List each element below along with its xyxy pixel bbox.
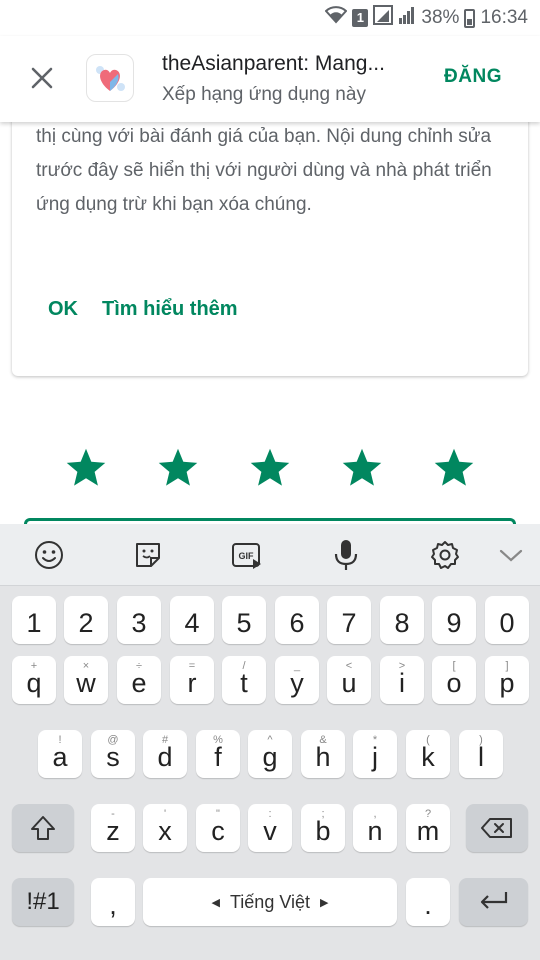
- heart-app-icon: [96, 66, 125, 91]
- star-icon-1[interactable]: [64, 446, 108, 490]
- enter-icon: [480, 892, 507, 909]
- key-2[interactable]: 2: [64, 596, 108, 644]
- ok-button[interactable]: OK: [48, 298, 78, 321]
- key-t[interactable]: / t: [222, 656, 266, 704]
- key-4[interactable]: 4: [170, 596, 214, 644]
- close-button[interactable]: [22, 58, 62, 98]
- sim-slot-badge: 1: [352, 9, 369, 27]
- key-p[interactable]: ] p: [485, 656, 529, 704]
- shift-icon: [31, 816, 55, 840]
- battery-percent: 38%: [421, 7, 460, 28]
- key-1[interactable]: 1: [12, 596, 56, 644]
- key-e[interactable]: ÷ e: [117, 656, 161, 704]
- close-icon: [31, 67, 53, 89]
- key-0[interactable]: 0: [485, 596, 529, 644]
- key-j[interactable]: * j: [353, 730, 397, 778]
- key-h[interactable]: & h: [301, 730, 345, 778]
- key-3[interactable]: 3: [117, 596, 161, 644]
- wifi-icon: [325, 6, 348, 30]
- key-9[interactable]: 9: [432, 596, 476, 644]
- settings-icon[interactable]: [426, 536, 464, 574]
- arrow-right-icon: ▶: [320, 896, 329, 909]
- signal-icon-1: [373, 5, 394, 31]
- card-body-text: thị cùng với bài đánh giá của bạn. Nội d…: [36, 126, 492, 215]
- arrow-left-icon: ◀: [211, 896, 220, 909]
- battery-icon: [464, 8, 476, 28]
- key-q[interactable]: + q: [12, 656, 56, 704]
- rating-stars: [64, 446, 476, 490]
- key-n[interactable]: ,n: [353, 804, 397, 852]
- chevron-down-icon[interactable]: [492, 536, 530, 574]
- key-w[interactable]: × w: [64, 656, 108, 704]
- enter-key[interactable]: [459, 878, 528, 926]
- key-o[interactable]: [o: [432, 656, 476, 704]
- status-bar: 1 38% 16:34: [0, 0, 540, 36]
- app-icon: [86, 54, 134, 102]
- star-icon-5[interactable]: [432, 446, 476, 490]
- microphone-icon[interactable]: [327, 536, 365, 574]
- key-v[interactable]: :v: [248, 804, 292, 852]
- star-icon-3[interactable]: [248, 446, 292, 490]
- status-icons: 1 38% 16:34: [325, 5, 528, 31]
- key-i[interactable]: > i: [380, 656, 424, 704]
- post-button[interactable]: ĐĂNG: [444, 66, 502, 88]
- key-m[interactable]: ? m: [406, 804, 450, 852]
- learn-more-link[interactable]: Tìm hiểu thêm: [102, 298, 238, 321]
- svg-text:GIF: GIF: [239, 551, 255, 561]
- space-key[interactable]: ◀ Tiếng Việt ▶: [143, 878, 397, 926]
- key-u[interactable]: < u: [327, 656, 371, 704]
- app-subtitle: Xếp hạng ứng dụng này: [162, 84, 366, 105]
- key-7[interactable]: 7: [327, 596, 371, 644]
- card-actions: OK Tìm hiểu thêm: [48, 298, 238, 321]
- key-z[interactable]: -z: [91, 804, 135, 852]
- symbols-key[interactable]: !#1: [12, 878, 74, 926]
- key-6[interactable]: 6: [275, 596, 319, 644]
- sticker-icon[interactable]: [129, 536, 167, 574]
- signal-icon-2: [398, 5, 416, 31]
- key-8[interactable]: 8: [380, 596, 424, 644]
- keyboard-toolbar: GIF: [0, 524, 540, 586]
- key-f[interactable]: % f: [196, 730, 240, 778]
- period-key[interactable]: .: [406, 878, 450, 926]
- app-header: theAsianparent: Mang... Xếp hạng ứng dụn…: [0, 36, 540, 122]
- app-title: theAsianparent: Mang...: [162, 52, 385, 75]
- key-b[interactable]: ; b: [301, 804, 345, 852]
- key-k[interactable]: (k: [406, 730, 450, 778]
- key-c[interactable]: " c: [196, 804, 240, 852]
- key-y[interactable]: _ y: [275, 656, 319, 704]
- key-l[interactable]: ) l: [459, 730, 503, 778]
- key-s[interactable]: @ s: [91, 730, 135, 778]
- keyboard: GIF 1 2 3 4 5 6 7 8 9 0 + q × w ÷ e = r / t _…: [0, 524, 540, 960]
- star-icon-2[interactable]: [156, 446, 200, 490]
- key-r[interactable]: = r: [170, 656, 214, 704]
- gif-icon[interactable]: GIF: [228, 536, 266, 574]
- key-5[interactable]: 5: [222, 596, 266, 644]
- space-language-label: Tiếng Việt: [229, 891, 311, 912]
- key-d[interactable]: # d: [143, 730, 187, 778]
- backspace-icon: [481, 818, 512, 838]
- star-icon-4[interactable]: [340, 446, 384, 490]
- clock: 16:34: [480, 7, 528, 28]
- comma-key[interactable]: ,: [91, 878, 135, 926]
- backspace-key[interactable]: [466, 804, 528, 852]
- emoji-icon[interactable]: [30, 536, 68, 574]
- key-x[interactable]: ' x: [143, 804, 187, 852]
- key-a[interactable]: ! a: [38, 730, 82, 778]
- key-g[interactable]: ^ g: [248, 730, 292, 778]
- shift-key[interactable]: [12, 804, 74, 852]
